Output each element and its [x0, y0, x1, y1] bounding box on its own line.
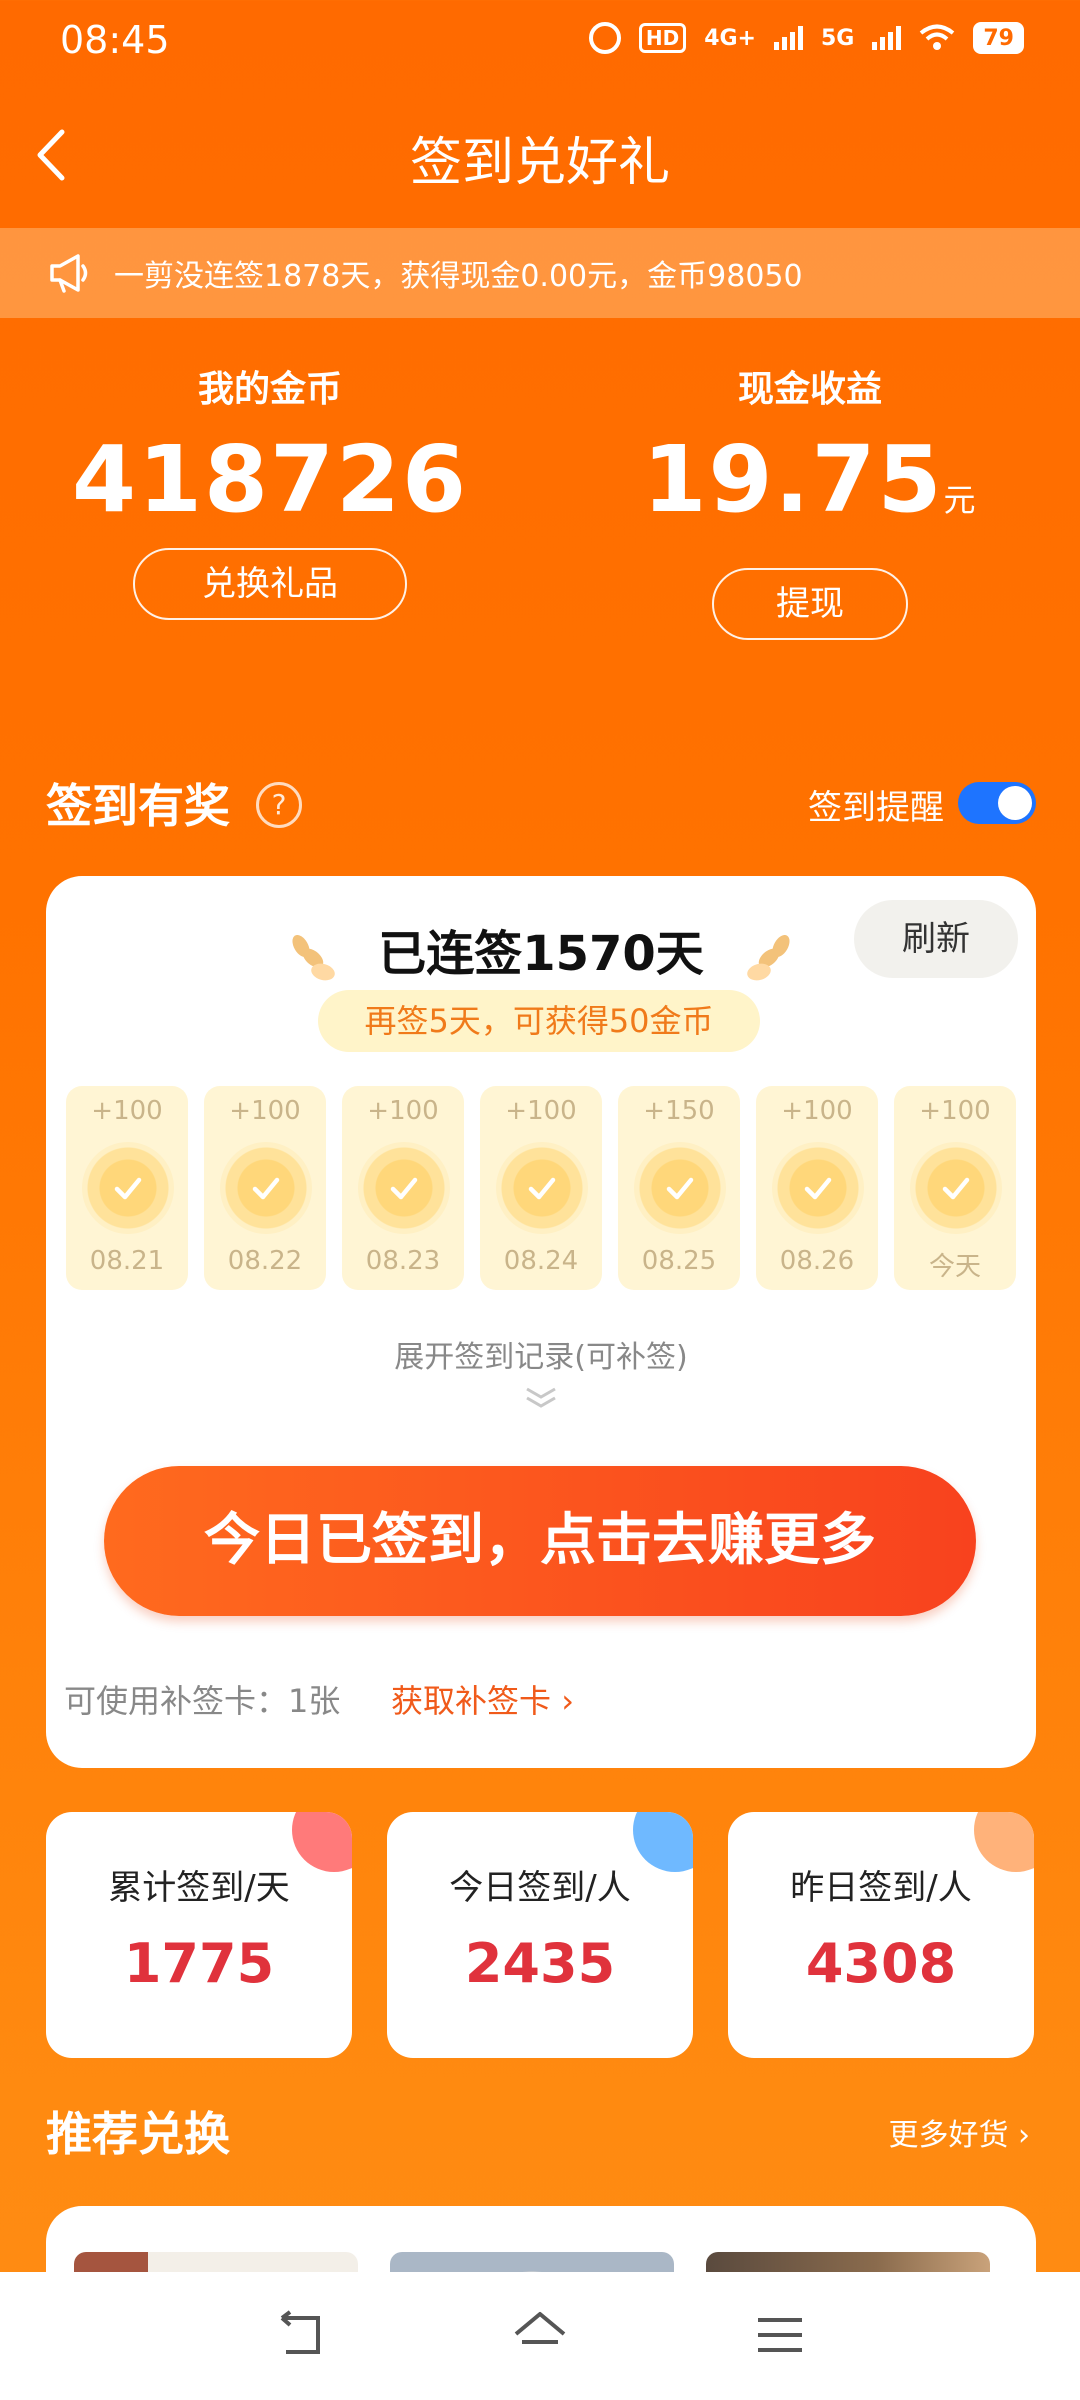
network-4g-label: 4G+ — [704, 25, 756, 51]
sign-day[interactable]: +100 08.24 — [480, 1086, 602, 1290]
day-date: 08.25 — [641, 1246, 717, 1276]
streak-tip: 再签5天，可获得50金币 — [318, 990, 760, 1052]
check-icon — [942, 1177, 970, 1200]
day-date: 08.22 — [227, 1246, 303, 1276]
laurel-left-icon — [292, 935, 336, 981]
signal-bars-icon — [872, 26, 902, 50]
streak-text: 已连签1570天 — [378, 926, 704, 982]
alarm-icon — [588, 22, 621, 54]
day-reward: +100 — [229, 1096, 301, 1126]
cash-value-row: 19.75元 — [610, 430, 1010, 550]
check-icon — [114, 1177, 142, 1200]
notice-bar: 一剪没连签1878天，获得现金0.00元，金币98050 — [0, 228, 1080, 318]
check-icon — [666, 1177, 694, 1200]
toggle-knob — [998, 786, 1032, 820]
chevron-right-icon: › — [561, 1682, 574, 1720]
check-icon — [390, 1177, 418, 1200]
expand-history-link[interactable]: 展开签到记录(可补签) — [46, 1332, 1036, 1376]
sign-in-card: 已连签1570天 刷新 再签5天，可获得50金币 +100 08.21 +100… — [46, 876, 1036, 1768]
day-date: 08.21 — [89, 1246, 165, 1276]
double-chevron-down-icon[interactable] — [521, 1384, 561, 1412]
coin-icon — [358, 1142, 450, 1234]
withdraw-button[interactable]: 提现 — [712, 568, 908, 640]
day-date: 08.26 — [779, 1246, 855, 1276]
megaphone-icon — [50, 254, 88, 293]
reminder-toggle[interactable] — [958, 782, 1036, 824]
sign-day[interactable]: +150 08.25 — [618, 1086, 740, 1290]
coins-balance: 我的金币 418726 兑换礼品 — [70, 360, 470, 620]
day-reward: +100 — [367, 1096, 439, 1126]
sign-day[interactable]: +100 今天 — [894, 1086, 1016, 1290]
sign-day[interactable]: +100 08.22 — [204, 1086, 326, 1290]
day-date: 08.24 — [503, 1246, 579, 1276]
cash-unit: 元 — [943, 481, 978, 519]
check-icon — [804, 1177, 832, 1200]
stat-total-days: 累计签到/天 1775 — [46, 1812, 352, 2058]
stat-today-count: 今日签到/人 2435 — [387, 1812, 693, 2058]
stat-value: 4308 — [805, 1932, 957, 1995]
status-icons: HD 4G+ 5G 79 — [588, 22, 1024, 54]
day-reward: +100 — [505, 1096, 577, 1126]
check-icon — [528, 1177, 556, 1200]
stat-label: 今日签到/人 — [449, 1868, 631, 1908]
makeup-card-count: 可使用补签卡：1张 — [64, 1682, 341, 1720]
coin-icon — [910, 1142, 1002, 1234]
page-title: 签到兑好礼 — [409, 133, 670, 193]
stat-yesterday-count: 昨日签到/人 4308 — [728, 1812, 1034, 2058]
more-goods-link[interactable]: 更多好货 › — [888, 2110, 1030, 2154]
stat-label: 累计签到/天 — [108, 1868, 290, 1908]
day-reward: +150 — [643, 1096, 715, 1126]
cash-balance: 现金收益 19.75元 提现 — [610, 360, 1010, 640]
get-makeup-card-label: 获取补签卡 — [391, 1682, 552, 1720]
hd-badge: HD — [638, 23, 687, 53]
day-date: 今天 — [928, 1252, 981, 1282]
system-nav-bar — [0, 2272, 1080, 2400]
check-icon — [252, 1177, 280, 1200]
network-5g-label: 5G — [821, 25, 855, 51]
menu-nav-icon[interactable] — [750, 2308, 810, 2362]
earn-more-button[interactable]: 今日已签到，点击去赚更多 — [104, 1466, 976, 1616]
redeem-gift-button[interactable]: 兑换礼品 — [133, 548, 407, 620]
more-goods-label: 更多好货 — [888, 2118, 1009, 2153]
chevron-right-icon: › — [1018, 2118, 1030, 2153]
help-icon[interactable]: ? — [256, 782, 302, 828]
reminder-label: 签到提醒 — [808, 788, 944, 828]
home-nav-icon[interactable] — [510, 2308, 570, 2362]
coin-icon — [634, 1142, 726, 1234]
coin-icon — [220, 1142, 312, 1234]
sign-day[interactable]: +100 08.21 — [66, 1086, 188, 1290]
coin-icon — [772, 1142, 864, 1234]
coins-value: 418726 — [71, 426, 469, 533]
notice-text: 一剪没连签1878天，获得现金0.00元，金币98050 — [114, 259, 803, 294]
stat-value: 1775 — [123, 1932, 275, 1995]
battery-indicator: 79 — [973, 22, 1024, 54]
refresh-button[interactable]: 刷新 — [854, 900, 1018, 978]
cash-value: 19.75 — [642, 426, 944, 533]
sign-section-header: 签到有奖 ? 签到提醒 — [46, 770, 1036, 834]
status-time: 08:45 — [60, 18, 170, 62]
sign-days-row: +100 08.21 +100 08.22 +100 08.23 +100 08… — [66, 1086, 1016, 1290]
header: 签到兑好礼 — [0, 100, 1080, 210]
stat-label: 昨日签到/人 — [790, 1868, 972, 1908]
recommend-title: 推荐兑换 — [46, 2107, 230, 2161]
day-reward: +100 — [919, 1096, 991, 1126]
sign-day[interactable]: +100 08.26 — [756, 1086, 878, 1290]
status-bar: 08:45 HD 4G+ 5G 79 — [0, 0, 1080, 86]
day-reward: +100 — [781, 1096, 853, 1126]
recommend-header: 推荐兑换 更多好货 › — [46, 2098, 1036, 2168]
get-makeup-card-link[interactable]: 获取补签卡 › — [391, 1676, 574, 1722]
back-nav-icon[interactable] — [272, 2308, 332, 2362]
day-reward: +100 — [91, 1096, 163, 1126]
laurel-right-icon — [746, 935, 790, 981]
sign-day[interactable]: +100 08.23 — [342, 1086, 464, 1290]
stat-value: 2435 — [464, 1932, 616, 1995]
cash-label: 现金收益 — [737, 369, 882, 410]
coin-icon — [496, 1142, 588, 1234]
coins-label: 我的金币 — [197, 369, 342, 410]
wifi-icon — [920, 24, 955, 50]
sign-section-title: 签到有奖 — [46, 779, 230, 833]
signal-bars-icon — [774, 26, 803, 50]
day-date: 08.23 — [365, 1246, 441, 1276]
coin-icon — [82, 1142, 174, 1234]
